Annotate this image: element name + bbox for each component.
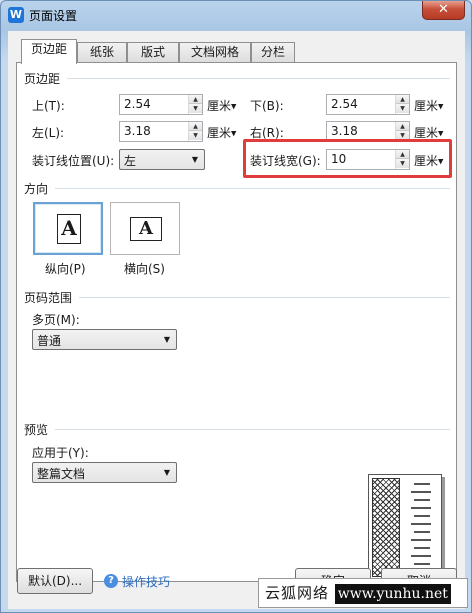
bottom-margin-unit[interactable]: 厘米▼ [414, 97, 443, 114]
apply-to-select[interactable]: 整篇文档 ▼ [32, 462, 177, 483]
landscape-label[interactable]: 横向(S) [124, 260, 165, 277]
close-icon: ✕ [438, 2, 449, 17]
text-line [414, 499, 430, 501]
landscape-page-icon: A [130, 217, 162, 241]
multiple-pages-select[interactable]: 普通 ▼ [32, 329, 177, 350]
portrait-page-icon: A [57, 214, 81, 244]
spin-up-icon[interactable]: ▲ [189, 122, 202, 131]
text-line [411, 523, 431, 525]
tab-layout[interactable]: 版式 [127, 42, 179, 63]
spin-down-icon[interactable]: ▼ [396, 104, 409, 113]
bottom-margin-spinner[interactable]: 2.54 ▲ ▼ [326, 94, 410, 115]
divider [67, 78, 450, 79]
bottom-margin-value: 2.54 [331, 97, 358, 111]
divider [55, 188, 450, 189]
wps-app-icon: W [8, 7, 24, 23]
help-icon[interactable]: ? [104, 574, 118, 588]
gutter-hatch [372, 478, 400, 577]
gutter-width-highlight [243, 139, 452, 178]
tab-doc-grid[interactable]: 文档网格 [179, 42, 251, 63]
text-line [411, 539, 431, 541]
window-title: 页面设置 [29, 9, 78, 23]
chevron-down-icon: ▼ [163, 335, 170, 344]
spin-up-icon[interactable]: ▲ [189, 95, 202, 104]
chevron-down-icon: ▼ [163, 468, 170, 477]
top-margin-label: 上(T): [32, 99, 65, 113]
spin-up-icon[interactable]: ▲ [396, 122, 409, 131]
tips-link[interactable]: 操作技巧 [122, 573, 170, 590]
caret-down-icon: ▼ [231, 102, 237, 111]
divider [79, 297, 450, 298]
gutter-position-select[interactable]: 左 ▼ [119, 149, 205, 170]
portrait-label[interactable]: 纵向(P) [45, 260, 86, 277]
right-margin-value: 3.18 [331, 124, 358, 138]
dialog-client: 页边距 纸张 版式 文档网格 分栏 页边距 上(T): 2.54 ▲ ▼ 厘米▼ … [8, 31, 465, 609]
bottom-margin-label: 下(B): [250, 99, 284, 113]
left-margin-unit[interactable]: 厘米▼ [207, 124, 236, 141]
top-margin-unit[interactable]: 厘米▼ [207, 97, 236, 114]
text-line [411, 507, 431, 509]
text-line [414, 563, 430, 565]
text-line [414, 547, 430, 549]
left-margin-label: 左(L): [32, 126, 65, 140]
margins-group-title: 页边距 [24, 72, 61, 86]
apply-to-label: 应用于(Y): [32, 446, 89, 460]
tab-margins[interactable]: 页边距 [21, 39, 77, 64]
top-margin-spinner[interactable]: 2.54 ▲ ▼ [119, 94, 203, 115]
caret-down-icon: ▼ [231, 129, 237, 138]
tab-paper[interactable]: 纸张 [77, 42, 127, 63]
gutter-position-label: 装订线位置(U): [32, 154, 115, 168]
caret-down-icon: ▼ [438, 102, 444, 111]
top-margin-value: 2.54 [124, 97, 151, 111]
page-preview [368, 474, 442, 581]
dialog-window: W 页面设置 ✕ 页边距 纸张 版式 文档网格 分栏 页边距 上(T): 2.5… [0, 0, 472, 613]
text-line [414, 515, 430, 517]
left-margin-value: 3.18 [124, 124, 151, 138]
close-button[interactable]: ✕ [422, 1, 465, 20]
tab-columns[interactable]: 分栏 [251, 42, 295, 63]
left-margin-spinner[interactable]: 3.18 ▲ ▼ [119, 121, 203, 142]
portrait-button[interactable]: A [33, 202, 103, 255]
multiple-pages-label: 多页(M): [32, 313, 80, 327]
spin-down-icon[interactable]: ▼ [189, 131, 202, 140]
title-bar[interactable]: W 页面设置 ✕ [1, 1, 471, 31]
default-button[interactable]: 默认(D)... [17, 568, 93, 594]
text-line [411, 555, 431, 557]
text-line [411, 491, 431, 493]
orientation-group-title: 方向 [24, 182, 49, 196]
preview-group-title: 预览 [24, 423, 49, 437]
text-line [414, 531, 430, 533]
spin-down-icon[interactable]: ▼ [189, 104, 202, 113]
site-watermark: 云狐网络 www.yunhu.net [258, 578, 468, 608]
page-range-group-title: 页码范围 [24, 291, 73, 305]
text-line [414, 483, 430, 485]
landscape-button[interactable]: A [110, 202, 180, 255]
divider [55, 429, 450, 430]
spin-up-icon[interactable]: ▲ [396, 95, 409, 104]
chevron-down-icon: ▼ [191, 155, 198, 164]
caret-down-icon: ▼ [438, 129, 444, 138]
